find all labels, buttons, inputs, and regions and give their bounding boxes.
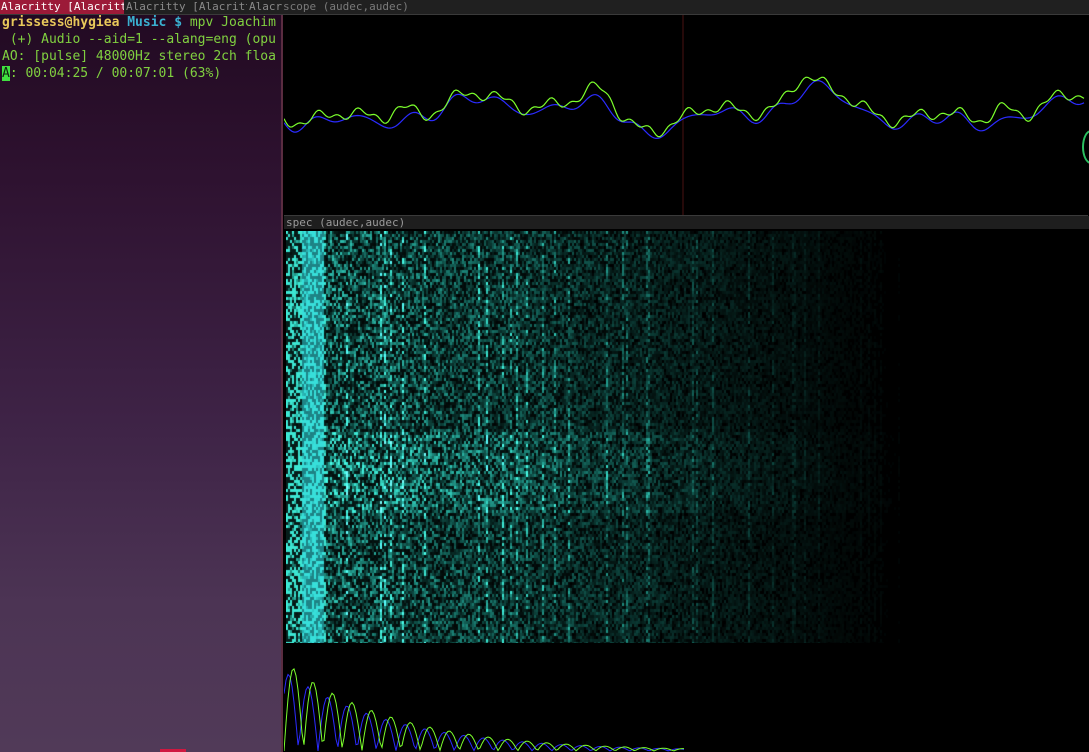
tab-scope[interactable]: scope (audec,audec) (282, 0, 1089, 14)
audio-output-line: AO: [pulse] 48000Hz stereo 2ch floa (2, 49, 276, 64)
command-text: mpv Joachim (189, 15, 276, 30)
tab-bar: Alacritty [Alacritty Alacritty [Alacritt… (0, 0, 1089, 15)
audio-track-line: (+) Audio --aid=1 --alang=eng (opu (2, 32, 276, 47)
scope-channel-2-trace (284, 79, 1085, 140)
terminal-window[interactable]: grissess@hygiea Music $ mpv Joachim (+) … (0, 15, 283, 752)
tab-label: Alacritty [Alacritty (126, 0, 247, 13)
playback-time: : 00:04:25 / 00:07:01 (63%) (9, 66, 222, 81)
tab-label: Alacr (249, 0, 282, 13)
spectrogram-canvas (286, 231, 1086, 643)
oscilloscope-canvas (284, 15, 1085, 215)
tab-label: Alacritty [Alacritty (1, 0, 124, 13)
prompt-user: grissess@hygiea (2, 15, 120, 30)
oscilloscope-view (284, 15, 1088, 216)
prompt-directory: Music (127, 15, 167, 30)
spec-pane-title: spec (audec,audec) (284, 216, 1089, 229)
scope-channel-1-trace (284, 76, 1085, 138)
prompt-line: grissess@hygiea Music $ mpv Joachim (2, 15, 276, 31)
tab-alacritty-2[interactable]: Alacritty [Alacritty (125, 0, 247, 14)
playback-status-line: A: 00:04:25 / 00:07:01 (63%) (2, 66, 221, 82)
spectrum-view (284, 229, 1089, 752)
terminal-cursor: A (2, 66, 10, 81)
tab-alacritty-3[interactable]: Alacr (248, 0, 282, 14)
prompt-symbol: $ (174, 15, 183, 30)
tab-alacritty-1[interactable]: Alacritty [Alacritty (0, 0, 124, 14)
spectrum-analyzer (284, 668, 685, 752)
tab-label: scope (audec,audec) (283, 0, 409, 13)
